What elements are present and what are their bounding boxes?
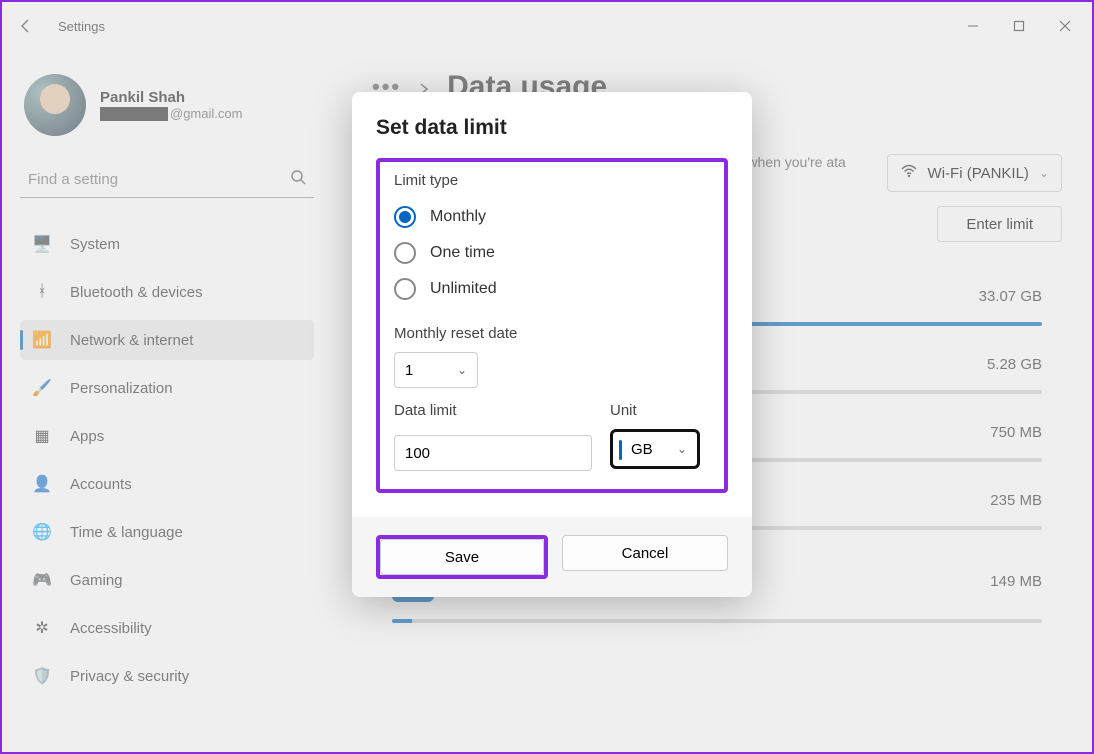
search-icon: [290, 169, 306, 190]
title-bar: Settings: [2, 2, 1092, 50]
limit-type-label: Limit type: [394, 172, 710, 189]
sidebar-item-label: Network & internet: [70, 332, 193, 349]
radio-monthly[interactable]: Monthly: [394, 199, 710, 235]
chevron-down-icon: ⌄: [1039, 166, 1049, 180]
sidebar-item-label: System: [70, 236, 120, 253]
nav-icon: 🎮: [32, 570, 52, 590]
sidebar-item-bluetooth-devices[interactable]: ᚼ Bluetooth & devices: [20, 272, 314, 312]
profile-email: @gmail.com: [100, 106, 242, 121]
back-button[interactable]: [6, 6, 46, 46]
search-box[interactable]: [20, 162, 314, 198]
wifi-icon: [900, 162, 918, 184]
nav-icon: 🖥️: [32, 234, 52, 254]
usage-size: 750 MB: [990, 424, 1042, 441]
usage-size: 235 MB: [990, 492, 1042, 509]
nav-icon: 🌐: [32, 522, 52, 542]
dialog-title: Set data limit: [376, 116, 728, 140]
reset-date-label: Monthly reset date: [394, 325, 710, 342]
unit-label: Unit: [610, 402, 710, 419]
sidebar-item-label: Privacy & security: [70, 668, 189, 685]
nav-icon: 📶: [32, 330, 52, 350]
usage-size: 5.28 GB: [987, 356, 1042, 373]
sidebar-item-privacy-security[interactable]: 🛡️ Privacy & security: [20, 656, 314, 696]
radio-icon: [394, 278, 416, 300]
usage-size: 33.07 GB: [979, 288, 1042, 305]
sidebar: Pankil Shah @gmail.com 🖥️ System ᚼ Bluetoot…: [2, 50, 332, 752]
sidebar-item-label: Gaming: [70, 572, 123, 589]
nav-icon: ᚼ: [32, 282, 52, 302]
data-limit-label: Data limit: [394, 402, 592, 419]
save-button[interactable]: Save: [380, 539, 544, 575]
search-input[interactable]: [28, 171, 290, 188]
profile-block[interactable]: Pankil Shah @gmail.com: [24, 74, 314, 136]
window-title: Settings: [58, 19, 105, 34]
usage-size: 149 MB: [990, 573, 1042, 590]
nav-icon: ▦: [32, 426, 52, 446]
radio-one-time[interactable]: One time: [394, 235, 710, 271]
sidebar-item-network-internet[interactable]: 📶 Network & internet: [20, 320, 314, 360]
sidebar-item-system[interactable]: 🖥️ System: [20, 224, 314, 264]
nav-icon: 🛡️: [32, 666, 52, 686]
sidebar-item-accounts[interactable]: 👤 Accounts: [20, 464, 314, 504]
nav-icon: 🖌️: [32, 378, 52, 398]
set-data-limit-dialog: Set data limit Limit type Monthly One ti…: [352, 92, 752, 597]
sidebar-item-personalization[interactable]: 🖌️ Personalization: [20, 368, 314, 408]
sidebar-item-label: Time & language: [70, 524, 183, 541]
close-button[interactable]: [1042, 10, 1088, 42]
sidebar-item-apps[interactable]: ▦ Apps: [20, 416, 314, 456]
nav-icon: ✲: [32, 618, 52, 638]
radio-unlimited[interactable]: Unlimited: [394, 271, 710, 307]
sidebar-item-gaming[interactable]: 🎮 Gaming: [20, 560, 314, 600]
sidebar-item-label: Accounts: [70, 476, 132, 493]
enter-limit-button[interactable]: Enter limit: [937, 206, 1062, 242]
sidebar-item-accessibility[interactable]: ✲ Accessibility: [20, 608, 314, 648]
minimize-button[interactable]: [950, 10, 996, 42]
radio-icon: [394, 206, 416, 228]
radio-icon: [394, 242, 416, 264]
sidebar-item-time-language[interactable]: 🌐 Time & language: [20, 512, 314, 552]
nav-icon: 👤: [32, 474, 52, 494]
wifi-dropdown[interactable]: Wi-Fi (PANKIL) ⌄: [887, 154, 1062, 192]
maximize-button[interactable]: [996, 10, 1042, 42]
sidebar-item-label: Bluetooth & devices: [70, 284, 203, 301]
unit-dropdown[interactable]: GB ⌄: [610, 429, 700, 469]
chevron-down-icon: ⌄: [457, 363, 467, 377]
reset-date-dropdown[interactable]: 1 ⌄: [394, 352, 478, 388]
usage-bar: [392, 619, 1042, 623]
sidebar-item-label: Accessibility: [70, 620, 152, 637]
profile-name: Pankil Shah: [100, 89, 242, 106]
cancel-button[interactable]: Cancel: [562, 535, 728, 571]
sidebar-item-label: Personalization: [70, 380, 173, 397]
data-limit-input[interactable]: [394, 435, 592, 471]
sidebar-item-label: Apps: [70, 428, 104, 445]
avatar: [24, 74, 86, 136]
chevron-down-icon: ⌄: [677, 442, 687, 456]
